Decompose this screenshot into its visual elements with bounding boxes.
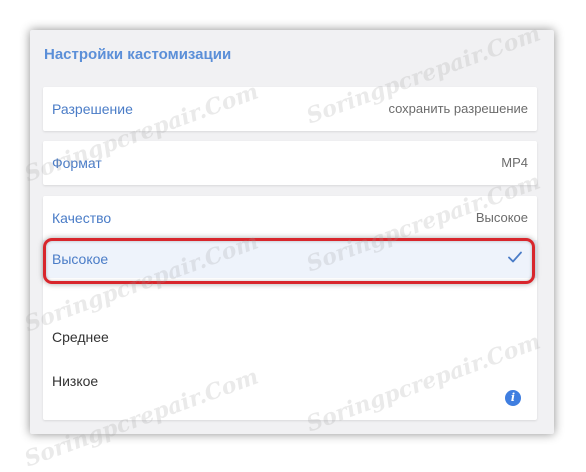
info-icon[interactable]: i bbox=[505, 390, 521, 406]
resolution-value: сохранить разрешение bbox=[388, 101, 528, 116]
quality-option-medium[interactable]: Среднее bbox=[52, 329, 109, 345]
quality-option-high-label: Высокое bbox=[52, 251, 109, 267]
format-value: MP4 bbox=[501, 155, 528, 170]
settings-dialog: Настройки кастомизации Разрешение сохран… bbox=[30, 30, 554, 434]
resolution-setting[interactable]: Разрешение сохранить разрешение bbox=[43, 87, 537, 131]
format-setting[interactable]: Формат MP4 bbox=[43, 141, 537, 185]
panel-title: Настройки кастомизации bbox=[44, 46, 232, 63]
quality-value: Высокое bbox=[475, 210, 528, 225]
format-label: Формат bbox=[52, 155, 102, 171]
quality-setting-panel: Качество Высокое Среднее Низкое i bbox=[43, 196, 537, 420]
quality-label: Качество bbox=[52, 210, 112, 226]
resolution-label: Разрешение bbox=[52, 101, 133, 117]
check-icon bbox=[508, 251, 522, 263]
quality-header[interactable]: Качество Высокое bbox=[43, 196, 537, 236]
quality-option-low[interactable]: Низкое bbox=[52, 373, 98, 389]
quality-option-high[interactable]: Высокое bbox=[43, 240, 537, 278]
